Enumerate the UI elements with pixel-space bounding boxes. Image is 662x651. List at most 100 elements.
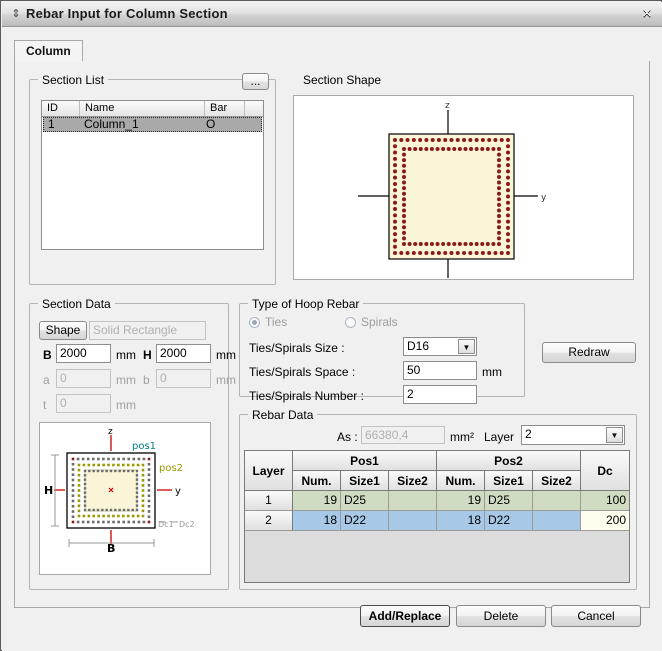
th-pos1[interactable]: Pos1 [293, 451, 437, 471]
dialog-client-area: Column Section List ... ID Name Bar 1 Co… [2, 27, 662, 651]
chevron-down-icon[interactable]: ▼ [458, 339, 475, 354]
rebar-cell-p2_size2[interactable] [533, 491, 581, 511]
t-unit: mm [116, 398, 136, 412]
rebar-row-header[interactable]: 2 [245, 511, 293, 531]
svg-text:pos1: pos1 [132, 441, 156, 452]
shape-button[interactable]: Shape [39, 321, 87, 340]
svg-text:y: y [175, 486, 181, 497]
th-pos1-size2[interactable]: Size2 [389, 471, 437, 491]
th-pos2-num[interactable]: Num. [437, 471, 485, 491]
section-list-title: Section List [38, 73, 109, 87]
tab-strip: Column [14, 40, 650, 62]
h-input[interactable]: 2000 [156, 344, 211, 363]
column-header-bar[interactable]: Bar [205, 101, 245, 116]
t-label: t [43, 398, 47, 412]
b2-input: 0 [156, 369, 211, 388]
layer-combo[interactable]: 2 ▼ [521, 425, 625, 445]
th-pos1-size1[interactable]: Size1 [341, 471, 389, 491]
section-shape-title: Section Shape [299, 73, 386, 87]
section-shape-group: Section Shape z y [290, 73, 637, 285]
column-header-name[interactable]: Name [80, 101, 205, 116]
radio-spirals-icon [345, 317, 356, 328]
th-pos1-num[interactable]: Num. [293, 471, 341, 491]
rebar-cell-p1_size2[interactable] [389, 491, 437, 511]
ties-size-combo[interactable]: D16 ▼ [403, 337, 477, 356]
th-pos2-size1[interactable]: Size1 [485, 471, 533, 491]
rebar-cell-p1_num[interactable]: 18 [293, 511, 341, 531]
b-unit: mm [116, 348, 136, 362]
rebar-cell-dc[interactable]: 100 [581, 491, 629, 511]
rebar-cell-dc[interactable]: 200 [581, 511, 629, 531]
layer-value: 2 [525, 427, 532, 441]
rebar-data-title: Rebar Data [248, 408, 318, 422]
hoop-rebar-group: Type of Hoop Rebar Ties Spirals Ties/Spi… [239, 297, 525, 404]
b-input[interactable]: 2000 [56, 344, 111, 363]
ties-space-unit: mm [482, 365, 502, 379]
section-legend-drawing: z y pos1 pos2 H B Dc1 Dc2 [40, 423, 210, 574]
ties-space-input[interactable]: 50 [403, 361, 477, 380]
close-icon[interactable]: × [638, 6, 656, 22]
svg-text:z: z [445, 101, 450, 111]
section-list-listbox[interactable]: ID Name Bar 1 Column_1 O [41, 100, 264, 250]
svg-text:pos2: pos2 [159, 463, 183, 474]
hoop-title: Type of Hoop Rebar [248, 297, 364, 311]
rebar-row-header[interactable]: 1 [245, 491, 293, 511]
radio-ties[interactable]: Ties [249, 315, 287, 329]
radio-spirals[interactable]: Spirals [345, 315, 398, 329]
redraw-button[interactable]: Redraw [542, 342, 636, 363]
th-dc[interactable]: Dc [581, 451, 629, 491]
t-input: 0 [56, 394, 111, 413]
section-list-group: Section List ... ID Name Bar 1 Column_1 … [29, 73, 276, 285]
window-title: Rebar Input for Column Section [26, 6, 228, 21]
rebar-cell-p1_num[interactable]: 19 [293, 491, 341, 511]
b2-label: b [143, 373, 150, 387]
chevron-down-icon[interactable]: ▼ [606, 427, 623, 443]
section-list-row[interactable]: 1 Column_1 O [43, 117, 262, 132]
radio-ties-label: Ties [265, 315, 288, 329]
delete-button[interactable]: Delete [456, 605, 546, 627]
ties-size-value: D16 [407, 339, 430, 353]
rebar-data-group: Rebar Data As : 66380,4 mm² Layer 2 ▼ La… [239, 408, 637, 590]
section-shape-drawing: z y [358, 101, 547, 278]
th-pos2-size2[interactable]: Size2 [533, 471, 581, 491]
ties-number-input[interactable]: 2 [403, 385, 477, 404]
svg-text:y: y [541, 193, 547, 203]
rebar-cell-p1_size1[interactable]: D25 [341, 491, 389, 511]
rebar-cell-p2_size1[interactable]: D22 [485, 511, 533, 531]
title-bar: ⇕ Rebar Input for Column Section × [2, 2, 662, 27]
column-header-spacer [245, 101, 265, 116]
a-label: a [43, 373, 50, 387]
rebar-cell-p2_size2[interactable] [533, 511, 581, 531]
ties-number-label: Ties/Spirals Number : [249, 389, 364, 403]
ties-size-label: Ties/Spirals Size : [249, 341, 345, 355]
section-legend-canvas: z y pos1 pos2 H B Dc1 Dc2 [39, 422, 211, 575]
th-pos2[interactable]: Pos2 [437, 451, 581, 471]
a-input: 0 [56, 369, 111, 388]
tab-column[interactable]: Column [14, 40, 83, 62]
h-unit: mm [216, 348, 236, 362]
th-layer[interactable]: Layer [245, 451, 293, 491]
section-shape-canvas: z y [293, 95, 634, 280]
cell-id: 1 [48, 117, 55, 131]
rebar-cell-p1_size2[interactable] [389, 511, 437, 531]
shape-value-field: Solid Rectangle [89, 321, 206, 340]
rebar-cell-p2_num[interactable]: 19 [437, 491, 485, 511]
as-value-field: 66380,4 [361, 426, 445, 444]
tab-panel-column: Section List ... ID Name Bar 1 Column_1 … [14, 61, 650, 608]
rebar-cell-p1_size1[interactable]: D22 [341, 511, 389, 531]
add-replace-button[interactable]: Add/Replace [360, 605, 450, 627]
ties-space-label: Ties/Spirals Space : [249, 365, 356, 379]
cancel-button[interactable]: Cancel [551, 605, 641, 627]
b2-unit: mm [216, 373, 236, 387]
section-data-group: Section Data Shape Solid Rectangle B 200… [29, 297, 236, 590]
column-header-id[interactable]: ID [42, 101, 80, 116]
radio-spirals-label: Spirals [361, 315, 398, 329]
rebar-cell-p2_size1[interactable]: D25 [485, 491, 533, 511]
rebar-cell-p2_num[interactable]: 18 [437, 511, 485, 531]
rebar-table[interactable]: Layer Pos1 Pos2 Dc Num. Size1 Size2 Num.… [244, 450, 630, 583]
rebar-input-dialog: ⇕ Rebar Input for Column Section × Colum… [0, 0, 662, 651]
h-label: H [143, 348, 152, 362]
section-list-header: ID Name Bar [42, 101, 263, 117]
as-unit: mm² [450, 430, 474, 444]
browse-sections-button[interactable]: ... [242, 73, 269, 90]
